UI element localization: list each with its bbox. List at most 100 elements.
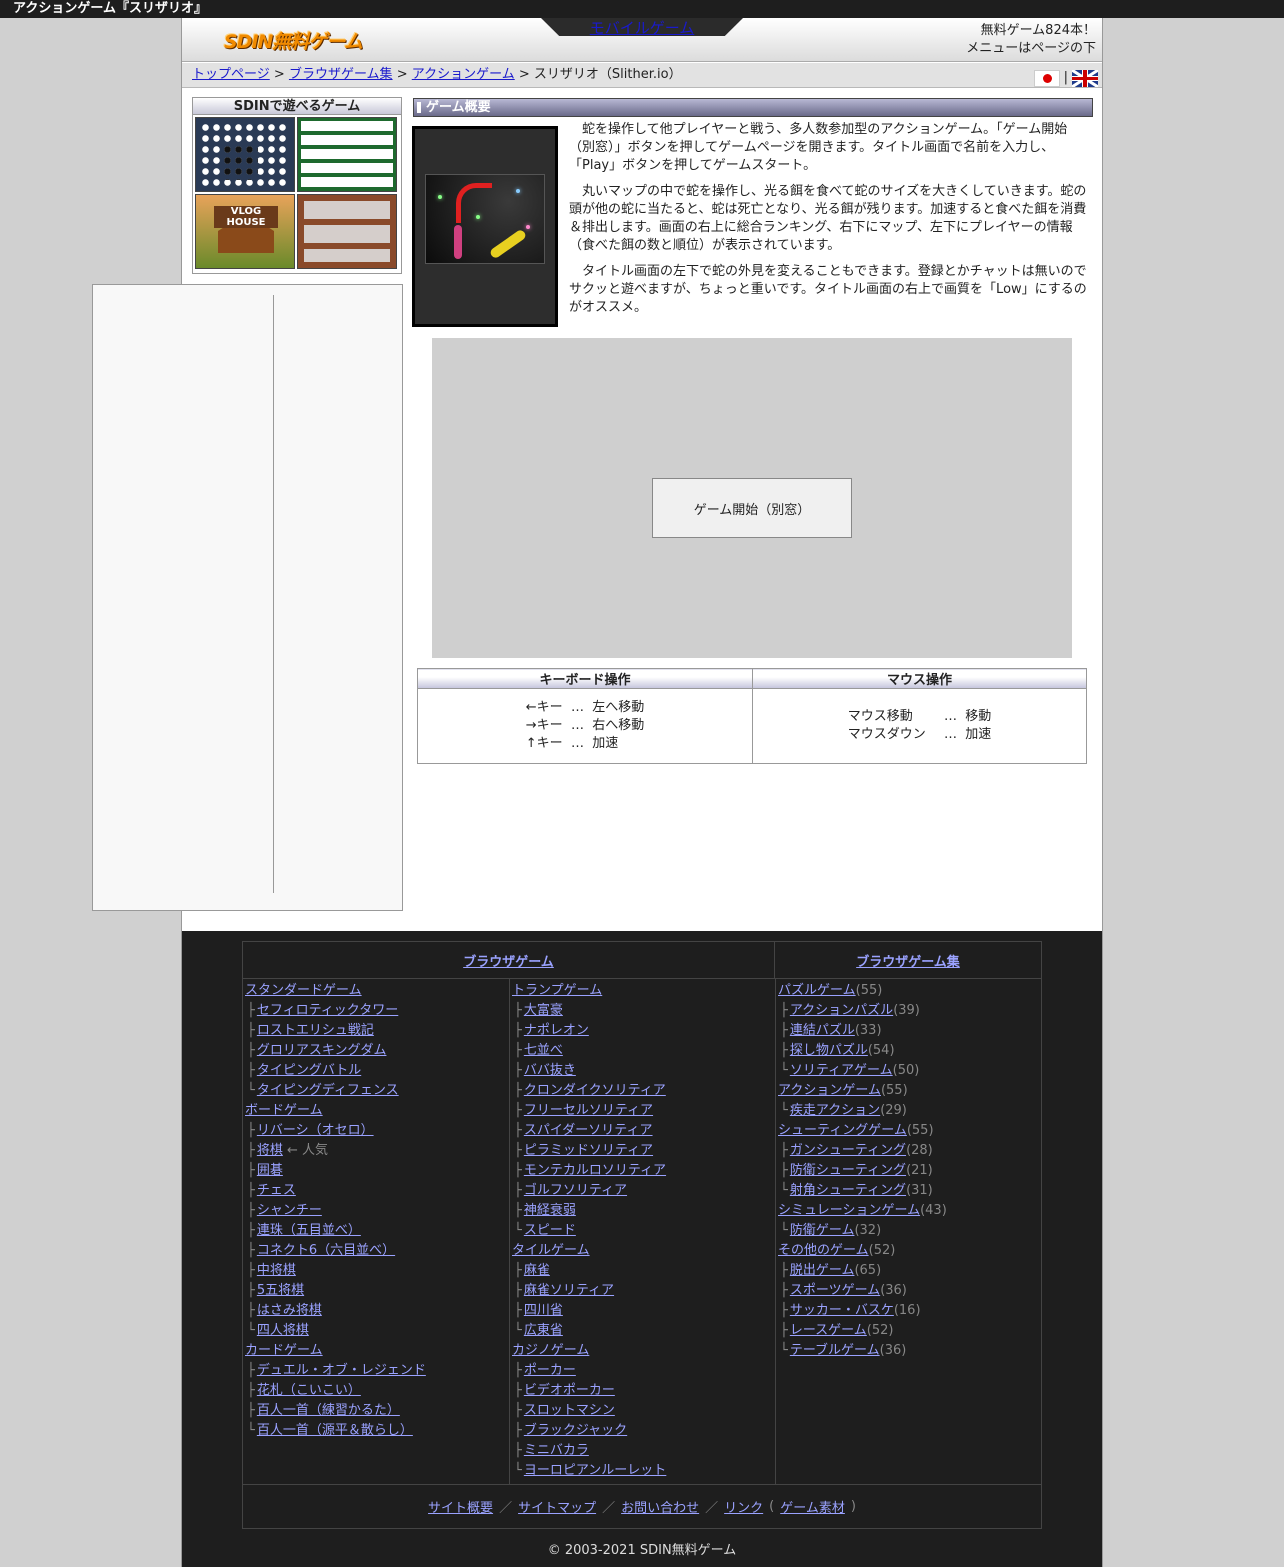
footer-menu-item: ├ ポーカー (512, 1361, 775, 1381)
footer-menu-link[interactable]: 大富豪 (524, 1003, 563, 1018)
footer-menu-link[interactable]: アクションパズル (790, 1003, 893, 1018)
footer-menu-link[interactable]: ポーカー (524, 1363, 576, 1378)
footer-menu-link[interactable]: タイピングディフェンス (257, 1083, 399, 1098)
footer-menu-link[interactable]: ミニバカラ (524, 1443, 589, 1458)
footer-menu-link[interactable]: 広東省 (524, 1323, 563, 1338)
browser-game-collection-heading[interactable]: ブラウザゲーム集 (856, 951, 960, 970)
footer-menu-link[interactable]: ブラックジャック (524, 1423, 627, 1438)
footer-menu-link[interactable]: 囲碁 (257, 1163, 283, 1178)
footer-menu-link[interactable]: 探し物パズル (790, 1043, 868, 1058)
breadcrumb-action-games[interactable]: アクションゲーム (412, 67, 515, 82)
site-logo[interactable]: SDIN無料ゲーム (224, 27, 363, 54)
footer-menu-link[interactable]: タイルゲーム (512, 1243, 590, 1258)
footer-menu-link[interactable]: ヨーロピアンルーレット (524, 1463, 666, 1478)
footer-menu-link[interactable]: スピード (524, 1223, 576, 1238)
footer-menu-link[interactable]: ボードゲーム (245, 1103, 323, 1118)
footer-menu-link[interactable]: 麻雀ソリティア (524, 1283, 614, 1298)
footer-menu-link[interactable]: テーブルゲーム (790, 1343, 880, 1358)
japan-flag-icon[interactable] (1033, 69, 1060, 87)
footer-menu-link[interactable]: 四川省 (524, 1303, 563, 1318)
footer-menu-link[interactable]: ナポレオン (524, 1023, 589, 1038)
footer-menu-link[interactable]: フリーセルソリティア (524, 1103, 653, 1118)
reversi-thumbnail[interactable] (195, 117, 295, 192)
tree-branch-icon: ├ (514, 1183, 522, 1198)
footer-menu-link[interactable]: 連結パズル (790, 1023, 855, 1038)
footer-menu-link[interactable]: 百人一首（源平＆散らし） (257, 1423, 413, 1438)
tree-branch-icon: ├ (514, 1063, 522, 1078)
game-materials-link[interactable]: ゲーム素材 (780, 1497, 845, 1516)
footer-menu-link[interactable]: ゴルフソリティア (524, 1183, 627, 1198)
card-game-thumbnail[interactable] (297, 194, 397, 269)
links-link[interactable]: リンク (724, 1497, 763, 1516)
mouse-header: マウス操作 (752, 668, 1087, 689)
footer-menu-item: └ 百人一首（源平＆散らし） (245, 1421, 509, 1441)
footer-menu-link[interactable]: シャンチー (257, 1203, 322, 1218)
footer-menu-link[interactable]: 連珠（五目並べ） (257, 1223, 361, 1238)
contact-link[interactable]: お問い合わせ (621, 1497, 699, 1516)
footer-menu-link[interactable]: セフィロティックタワー (257, 1003, 398, 1018)
footer-menu-link[interactable]: リバーシ（オセロ） (257, 1123, 374, 1138)
footer-menu-link[interactable]: クロンダイクソリティア (524, 1083, 666, 1098)
footer-menu-link[interactable]: サッカー・バスケ (790, 1303, 894, 1318)
footer-menu-link[interactable]: その他のゲーム (778, 1243, 869, 1258)
mobile-games-link[interactable]: モバイルゲーム (541, 17, 743, 38)
footer-menu-link[interactable]: 花札（こいこい） (257, 1383, 361, 1398)
footer-menu-link[interactable]: 防衛ゲーム (790, 1223, 855, 1238)
footer-menu-link[interactable]: シューティングゲーム (778, 1123, 907, 1138)
footer-menu-link[interactable]: はさみ将棋 (257, 1303, 322, 1318)
footer-menu-link[interactable]: 中将棋 (257, 1263, 296, 1278)
footer-menu-link[interactable]: タイピングバトル (257, 1063, 361, 1078)
tree-branch-icon: ├ (247, 1223, 255, 1238)
sitemap-link[interactable]: サイトマップ (518, 1497, 596, 1516)
footer-menu-link[interactable]: ガンシューティング (790, 1143, 906, 1158)
footer-menu-link[interactable]: トランプゲーム (512, 983, 602, 998)
footer-menu-link[interactable]: カードゲーム (245, 1343, 323, 1358)
tree-branch-icon: ├ (247, 1183, 255, 1198)
solitaire-thumbnail[interactable] (297, 117, 397, 192)
browser-games-heading[interactable]: ブラウザゲーム (463, 951, 554, 970)
footer-menu-link[interactable]: ババ抜き (524, 1063, 576, 1078)
site-about-link[interactable]: サイト概要 (428, 1497, 493, 1516)
vlog-house-thumbnail[interactable]: VLOG HOUSE (195, 194, 295, 269)
footer-menu-link[interactable]: ソリティアゲーム (790, 1063, 893, 1078)
footer-menu-link[interactable]: 疾走アクション (790, 1103, 880, 1118)
footer-menu-link[interactable]: 防衛シューティング (790, 1163, 906, 1178)
footer-menu-link[interactable]: ビデオポーカー (524, 1383, 615, 1398)
start-game-button[interactable]: ゲーム開始（別窓） (652, 478, 852, 538)
footer-menu-link[interactable]: スロットマシン (524, 1403, 615, 1418)
footer-menu-link[interactable]: 百人一首（練習かるた） (257, 1403, 400, 1418)
footer-menu-link[interactable]: シミュレーションゲーム (778, 1203, 920, 1218)
uk-flag-icon[interactable] (1072, 69, 1098, 87)
footer-menu-link[interactable]: スパイダーソリティア (524, 1123, 653, 1138)
footer-menu-link[interactable]: チェス (257, 1183, 296, 1198)
footer-menu-link[interactable]: ロストエリシュ戦記 (257, 1023, 374, 1038)
footer-menu-link[interactable]: コネクト6（六目並べ） (257, 1243, 395, 1258)
breadcrumb-top[interactable]: トップページ (192, 67, 270, 82)
footer-menu-link[interactable]: 脱出ゲーム (790, 1263, 855, 1278)
footer-menu-link[interactable]: 麻雀 (524, 1263, 550, 1278)
footer-menu-link[interactable]: 5五将棋 (257, 1283, 304, 1298)
breadcrumb-browser-games[interactable]: ブラウザゲーム集 (289, 67, 393, 82)
tree-branch-icon: └ (780, 1343, 788, 1358)
tree-branch-icon: └ (514, 1223, 522, 1238)
footer-menu-item: ├ スロットマシン (512, 1401, 775, 1421)
footer-menu-item: ├ ロストエリシュ戦記 (245, 1021, 509, 1041)
footer-menu-link[interactable]: スタンダードゲーム (245, 983, 362, 998)
footer-menu-link[interactable]: パズルゲーム (778, 983, 856, 998)
footer-menu-link[interactable]: 将棋 (257, 1143, 283, 1158)
footer-menu-link[interactable]: カジノゲーム (512, 1343, 589, 1358)
footer-menu-link[interactable]: 四人将棋 (257, 1323, 309, 1338)
tree-branch-icon: └ (514, 1463, 522, 1478)
footer-menu-link[interactable]: 射角シューティング (790, 1183, 906, 1198)
footer-menu-link[interactable]: スポーツゲーム (790, 1283, 880, 1298)
footer-menu-link[interactable]: モンテカルロソリティア (524, 1163, 666, 1178)
footer-menu-link[interactable]: デュエル・オブ・レジェンド (257, 1363, 426, 1378)
footer-menu-link[interactable]: レースゲーム (790, 1323, 867, 1338)
footer-menu-link[interactable]: 神経衰弱 (524, 1203, 576, 1218)
footer-menu-item: ├ 探し物パズル(54) (778, 1041, 1041, 1061)
game-area: ゲーム開始（別窓） (432, 338, 1072, 658)
footer-menu-link[interactable]: アクションゲーム (778, 1083, 881, 1098)
footer-menu-link[interactable]: グロリアスキングダム (257, 1043, 387, 1058)
footer-menu-link[interactable]: 七並べ (524, 1043, 563, 1058)
footer-menu-link[interactable]: ピラミッドソリティア (524, 1143, 653, 1158)
